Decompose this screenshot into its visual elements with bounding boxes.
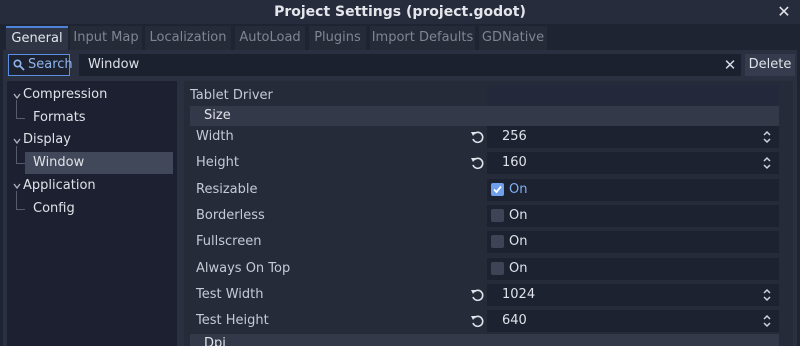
tab-import-defaults[interactable]: Import Defaults xyxy=(370,26,475,50)
always-on-top-label: Always On Top xyxy=(196,261,291,276)
test-width-label: Test Width xyxy=(196,287,264,302)
clear-icon[interactable]: ✕ xyxy=(720,54,740,76)
tree-guide xyxy=(16,209,25,210)
width-spinbox[interactable] xyxy=(487,126,779,148)
tree-guide xyxy=(16,163,25,164)
filter-input[interactable]: Window xyxy=(79,54,741,76)
tab-localization[interactable]: Localization xyxy=(145,26,231,50)
search-button-label: Search xyxy=(28,57,73,72)
height-spinbox[interactable] xyxy=(487,152,779,174)
checkbox-icon xyxy=(493,185,502,194)
chevron-down-icon[interactable] xyxy=(13,182,21,190)
revert-icon[interactable] xyxy=(470,130,484,144)
tab-gdnative[interactable]: GDNative xyxy=(479,26,547,50)
section-size[interactable]: Size xyxy=(190,106,779,126)
search-icon xyxy=(13,59,25,71)
spin-arrows-icon[interactable] xyxy=(762,288,772,302)
borderless-label: Borderless xyxy=(196,208,265,223)
test-width-value: 1024 xyxy=(502,287,536,302)
test-height-label: Test Height xyxy=(196,313,269,328)
fullscreen-field xyxy=(487,231,779,253)
revert-icon[interactable] xyxy=(470,156,484,170)
revert-icon[interactable] xyxy=(470,314,484,328)
borderless-value[interactable]: On xyxy=(509,205,527,227)
tab-plugins[interactable]: Plugins xyxy=(309,26,366,50)
tree-item-config[interactable]: Config xyxy=(33,198,75,220)
tree-item-compression[interactable]: Compression xyxy=(23,84,107,106)
tab-autoload[interactable]: AutoLoad xyxy=(235,26,305,50)
tablet-driver-field[interactable] xyxy=(487,85,779,105)
fullscreen-value[interactable]: On xyxy=(509,231,527,253)
height-label: Height xyxy=(196,155,239,170)
fullscreen-checkbox[interactable] xyxy=(491,235,504,248)
chevron-down-icon[interactable] xyxy=(13,92,21,100)
resizable-field xyxy=(487,179,779,201)
spin-arrows-icon[interactable] xyxy=(762,156,772,170)
window-title: Project Settings (project.godot) xyxy=(274,4,526,20)
resizable-checkbox[interactable] xyxy=(491,183,504,196)
resizable-value[interactable]: On xyxy=(509,179,527,201)
test-height-value: 640 xyxy=(502,313,527,328)
delete-button[interactable]: Delete xyxy=(745,54,795,76)
tree-item-window[interactable]: Window xyxy=(33,152,84,174)
borderless-checkbox[interactable] xyxy=(491,209,504,222)
close-icon[interactable]: ✕ xyxy=(774,0,794,24)
resizable-label: Resizable xyxy=(196,182,258,197)
revert-icon[interactable] xyxy=(470,288,484,302)
search-button[interactable]: Search xyxy=(8,54,73,76)
section-dpi[interactable]: Dpi xyxy=(190,334,779,346)
borderless-field xyxy=(487,205,779,227)
spin-arrows-icon[interactable] xyxy=(762,130,772,144)
tab-general[interactable]: General xyxy=(6,26,68,50)
tab-input-map[interactable]: Input Map xyxy=(70,26,142,50)
test-height-spinbox[interactable] xyxy=(487,310,779,332)
always-on-top-field xyxy=(487,258,779,280)
always-on-top-value[interactable]: On xyxy=(509,258,527,280)
fullscreen-label: Fullscreen xyxy=(196,234,262,249)
height-value: 160 xyxy=(502,155,527,170)
tab-bar: General Input Map Localization AutoLoad … xyxy=(0,26,800,50)
always-on-top-checkbox[interactable] xyxy=(491,262,504,275)
window-title-bar: Project Settings (project.godot) xyxy=(0,0,800,24)
tree-guide xyxy=(16,118,25,119)
tree-item-application[interactable]: Application xyxy=(23,175,96,197)
tree-guide xyxy=(16,100,17,118)
chevron-down-icon[interactable] xyxy=(13,137,21,145)
tree-guide xyxy=(16,146,17,164)
tree-item-formats[interactable]: Formats xyxy=(33,107,86,129)
tree-guide xyxy=(16,191,17,209)
tree-item-display[interactable]: Display xyxy=(23,129,71,151)
spin-arrows-icon[interactable] xyxy=(762,314,772,328)
width-label: Width xyxy=(196,129,234,144)
width-value: 256 xyxy=(502,129,527,144)
